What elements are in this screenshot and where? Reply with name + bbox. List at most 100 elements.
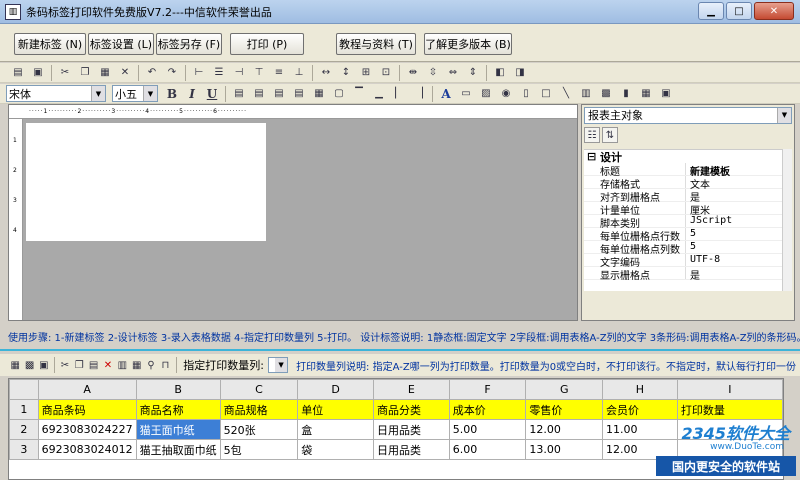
align-top-icon[interactable]: ⊤ bbox=[251, 65, 267, 81]
more-versions-button[interactable]: 了解更多版本 (B) bbox=[424, 33, 512, 55]
object-selector[interactable]: 报表主对象 ▼ bbox=[584, 107, 792, 124]
insert-column-icon[interactable]: ▦ bbox=[132, 357, 142, 373]
bring-front-icon[interactable]: ◧ bbox=[492, 65, 508, 81]
find-icon[interactable]: ⚲ bbox=[146, 357, 156, 373]
text-align-right-icon[interactable]: ▤ bbox=[271, 86, 287, 102]
column-header[interactable]: E bbox=[372, 379, 450, 400]
print-qty-select[interactable]: ▼ bbox=[267, 357, 289, 373]
table-cell[interactable]: 商品规格 bbox=[219, 399, 299, 420]
border-top-icon[interactable]: ▔ bbox=[351, 86, 367, 102]
new-sheet-icon[interactable]: ▦ bbox=[10, 357, 20, 373]
table-cell[interactable]: 成本价 bbox=[448, 399, 527, 420]
gradient-icon[interactable]: ▩ bbox=[598, 86, 614, 102]
delete-icon[interactable]: ✕ bbox=[103, 357, 113, 373]
border-bottom-icon[interactable]: ▁ bbox=[371, 86, 387, 102]
table-cell[interactable]: 日用品类 bbox=[372, 439, 450, 460]
table-cell[interactable]: 5.00 bbox=[448, 419, 527, 440]
row-header[interactable]: 3 bbox=[9, 439, 39, 460]
property-row[interactable]: 标题 新建模板 bbox=[584, 163, 784, 178]
line-icon[interactable]: ╲ bbox=[558, 86, 574, 102]
column-header[interactable]: F bbox=[448, 379, 527, 400]
table-cell[interactable]: 6923083024012 bbox=[37, 439, 137, 460]
minimize-button[interactable]: ▁ bbox=[698, 2, 724, 20]
memo-icon[interactable]: ▯ bbox=[518, 86, 534, 102]
row-header[interactable]: 1 bbox=[9, 399, 39, 420]
property-row[interactable]: 文字编码 UTF-8 bbox=[584, 254, 784, 269]
new-label-button[interactable]: 新建标签 (N) bbox=[14, 33, 86, 55]
table-cell[interactable]: 6923083024227 bbox=[37, 419, 137, 440]
lock-icon[interactable]: ⊓ bbox=[160, 357, 170, 373]
insert-row-icon[interactable]: ▥ bbox=[117, 357, 127, 373]
label-settings-button[interactable]: 标签设置 (L) bbox=[88, 33, 154, 55]
grid-icon[interactable]: ⊡ bbox=[378, 65, 394, 81]
align-bottom-icon[interactable]: ⊥ bbox=[291, 65, 307, 81]
same-size-icon[interactable]: ⊞ bbox=[358, 65, 374, 81]
column-header[interactable]: B bbox=[135, 379, 221, 400]
save-sheet-icon[interactable]: ▣ bbox=[39, 357, 49, 373]
maximize-button[interactable]: □ bbox=[726, 2, 752, 20]
field-box-icon[interactable]: ▭ bbox=[458, 86, 474, 102]
center-horizontal-icon[interactable]: ⇔ bbox=[445, 65, 461, 81]
table-cell[interactable]: 日用品类 bbox=[372, 419, 450, 440]
table-cell[interactable]: 520张 bbox=[219, 419, 299, 440]
text-align-center-icon[interactable]: ▤ bbox=[251, 86, 267, 102]
align-right-icon[interactable]: ⊣ bbox=[231, 65, 247, 81]
border-all-icon[interactable]: ▦ bbox=[311, 86, 327, 102]
table-cell[interactable]: 5包 bbox=[219, 439, 299, 460]
save-as-button[interactable]: 标签另存 (F) bbox=[156, 33, 222, 55]
redo-icon[interactable]: ↷ bbox=[164, 65, 180, 81]
property-row[interactable]: 显示栅格点是 bbox=[584, 267, 784, 282]
paste-icon[interactable]: ▦ bbox=[97, 65, 113, 81]
table-cell[interactable]: 盒 bbox=[297, 419, 374, 440]
table-cell[interactable]: 12.00 bbox=[525, 419, 604, 440]
table-cell[interactable]: 商品条码 bbox=[37, 399, 137, 420]
rectangle-icon[interactable]: □ bbox=[538, 86, 554, 102]
row-header[interactable]: 2 bbox=[9, 419, 39, 440]
same-height-icon[interactable]: ↕ bbox=[338, 65, 354, 81]
table-cell[interactable]: 打印数量 bbox=[676, 399, 783, 420]
label-design-canvas[interactable]: ·····1··········2··········3··········4·… bbox=[8, 104, 578, 321]
open-icon[interactable]: ▤ bbox=[10, 65, 26, 81]
center-vertical-icon[interactable]: ⇕ bbox=[465, 65, 481, 81]
property-row[interactable]: 每单位栅格点列数 5 bbox=[584, 241, 784, 256]
column-header[interactable]: A bbox=[37, 379, 137, 400]
close-button[interactable]: ✕ bbox=[754, 2, 794, 20]
space-vertical-icon[interactable]: ⇳ bbox=[425, 65, 441, 81]
table-cell[interactable]: 零售价 bbox=[525, 399, 604, 420]
property-section[interactable]: ⊟ 设计 bbox=[584, 150, 784, 164]
text-align-left-icon[interactable]: ▤ bbox=[231, 86, 247, 102]
delete-icon[interactable]: ✕ bbox=[117, 65, 133, 81]
table-cell[interactable]: 6.00 bbox=[448, 439, 527, 460]
border-none-icon[interactable]: ▢ bbox=[331, 86, 347, 102]
send-back-icon[interactable]: ◨ bbox=[512, 65, 528, 81]
same-width-icon[interactable]: ↔ bbox=[318, 65, 334, 81]
categorized-icon[interactable]: ☷ bbox=[584, 127, 600, 143]
tutorial-button[interactable]: 教程与资料 (T) bbox=[336, 33, 416, 55]
align-middle-icon[interactable]: ≡ bbox=[271, 65, 287, 81]
print-button[interactable]: 打印 (P) bbox=[230, 33, 304, 55]
sort-alpha-icon[interactable]: ⇅ bbox=[602, 127, 618, 143]
property-row[interactable]: 存储格式 文本 bbox=[584, 176, 784, 191]
column-header[interactable]: I bbox=[676, 379, 783, 400]
paste-icon[interactable]: ▤ bbox=[88, 357, 98, 373]
font-size-select[interactable]: 小五 ▼ bbox=[112, 85, 158, 102]
table-cell[interactable]: 13.00 bbox=[525, 439, 604, 460]
system-var-icon[interactable]: ◉ bbox=[498, 86, 514, 102]
richtext-icon[interactable]: ▣ bbox=[658, 86, 674, 102]
picture-icon[interactable]: ▨ bbox=[478, 86, 494, 102]
barcode-tool-icon[interactable]: ▥ bbox=[578, 86, 594, 102]
column-header[interactable]: H bbox=[602, 379, 678, 400]
static-text-tool[interactable]: A bbox=[438, 86, 454, 102]
border-left-icon[interactable]: ▏ bbox=[391, 86, 407, 102]
space-horizontal-icon[interactable]: ⇹ bbox=[405, 65, 421, 81]
table-cell[interactable]: 会员价 bbox=[602, 399, 678, 420]
save-icon[interactable]: ▣ bbox=[30, 65, 46, 81]
undo-icon[interactable]: ↶ bbox=[144, 65, 160, 81]
import-excel-icon[interactable]: ▩ bbox=[24, 357, 34, 373]
underline-button[interactable]: U bbox=[204, 86, 220, 102]
font-name-select[interactable]: 宋体 ▼ bbox=[6, 85, 106, 102]
label-paper[interactable] bbox=[26, 123, 266, 241]
table-icon[interactable]: ▦ bbox=[638, 86, 654, 102]
copy-icon[interactable]: ❐ bbox=[77, 65, 93, 81]
corner-cell[interactable] bbox=[9, 379, 39, 400]
